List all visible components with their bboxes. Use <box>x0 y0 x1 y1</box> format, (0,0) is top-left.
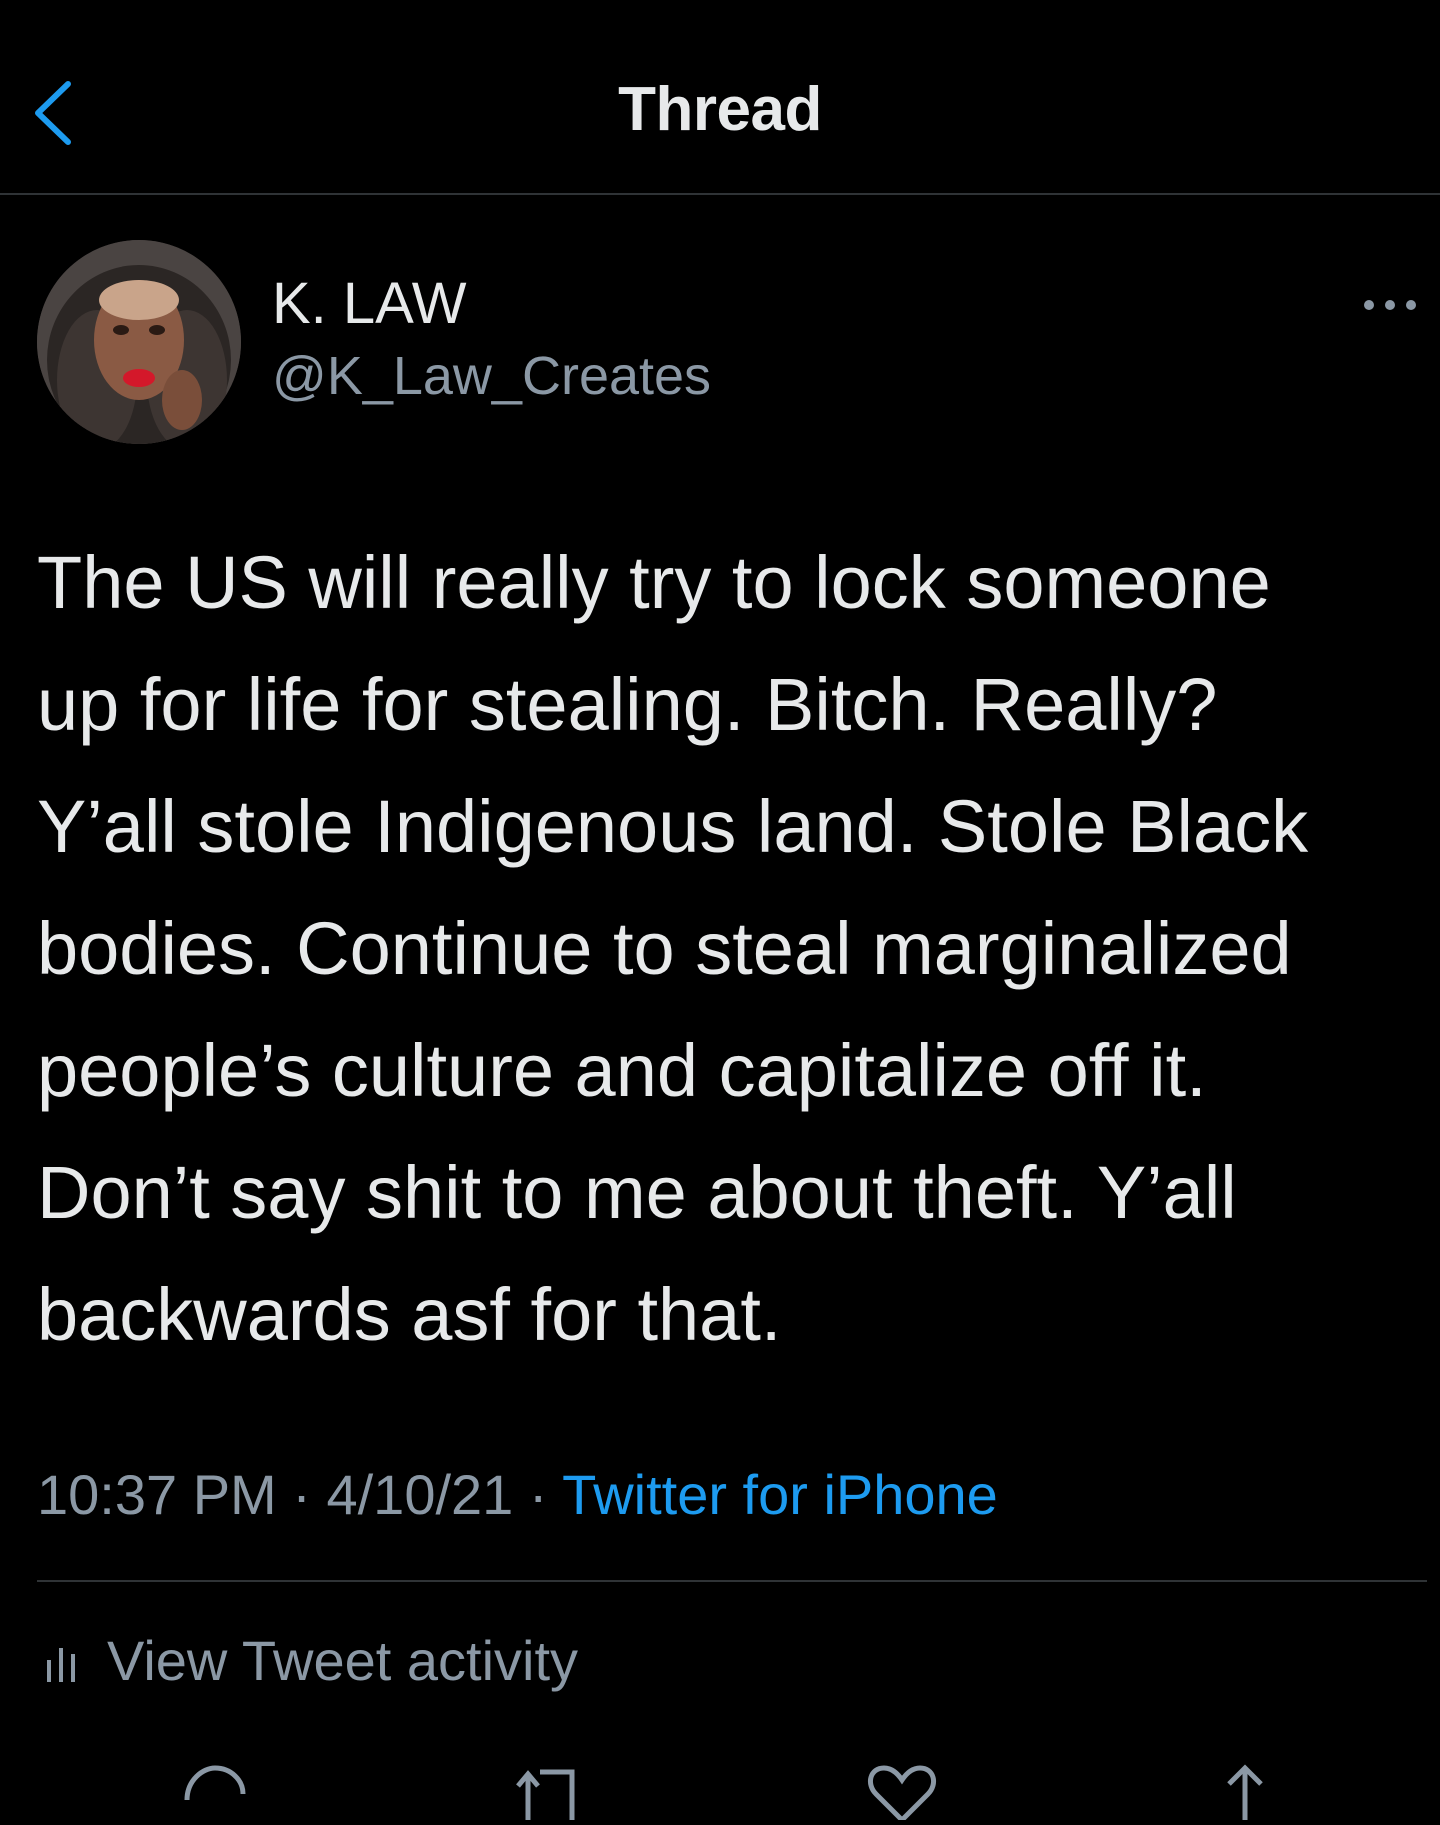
tweet-text-line: Y’all stole Indigenous land. Stole Black <box>37 785 1309 868</box>
tweet-date: 4/10/21 <box>326 1463 514 1526</box>
tweet-source-link[interactable]: Twitter for iPhone <box>562 1463 998 1526</box>
tweet-text-line: backwards asf for that. <box>37 1273 782 1356</box>
retweet-button[interactable] <box>510 1760 590 1820</box>
page-title: Thread <box>618 75 822 144</box>
view-tweet-activity-button[interactable]: View Tweet activity <box>45 1625 578 1695</box>
retweet-icon <box>516 1769 575 1820</box>
avatar[interactable] <box>37 240 241 444</box>
activity-label: View Tweet activity <box>107 1628 579 1692</box>
tweet-time: 10:37 PM <box>37 1463 277 1526</box>
author-display-name[interactable]: K. LAW <box>272 270 466 337</box>
divider <box>37 1580 1427 1582</box>
bar-chart-icon <box>47 1648 75 1682</box>
like-icon <box>867 1765 937 1824</box>
tweet-metadata: 10:37 PM · 4/10/21 · Twitter for iPhone <box>37 1462 998 1527</box>
tweet-text-line: bodies. Continue to steal marginalized <box>37 907 1292 990</box>
more-horizontal-icon <box>1364 300 1416 310</box>
top-navigation-bar: Thread <box>0 0 1440 195</box>
tweet-text-line: up for life for stealing. Bitch. Really? <box>37 663 1218 746</box>
meta-separator: · <box>276 1463 327 1526</box>
share-icon <box>1227 1764 1263 1820</box>
tweet-text-line: Don’t say shit to me about theft. Y’all <box>37 1151 1237 1234</box>
tweet-text: The US will really try to lock someone u… <box>37 522 1412 1376</box>
tweet-text-line: people’s culture and capitalize off it. <box>37 1029 1207 1112</box>
author-handle[interactable]: @K_Law_Creates <box>272 345 711 407</box>
tweet-action-bar <box>0 1760 1440 1824</box>
share-button[interactable] <box>1205 1760 1285 1820</box>
meta-separator: · <box>513 1463 563 1526</box>
profile-photo <box>37 240 241 444</box>
like-button[interactable] <box>862 1760 942 1824</box>
reply-button[interactable] <box>175 1760 255 1820</box>
reply-icon <box>184 1765 246 1801</box>
more-options-button[interactable] <box>1362 285 1418 325</box>
tweet-text-line: The US will really try to lock someone <box>37 541 1271 624</box>
